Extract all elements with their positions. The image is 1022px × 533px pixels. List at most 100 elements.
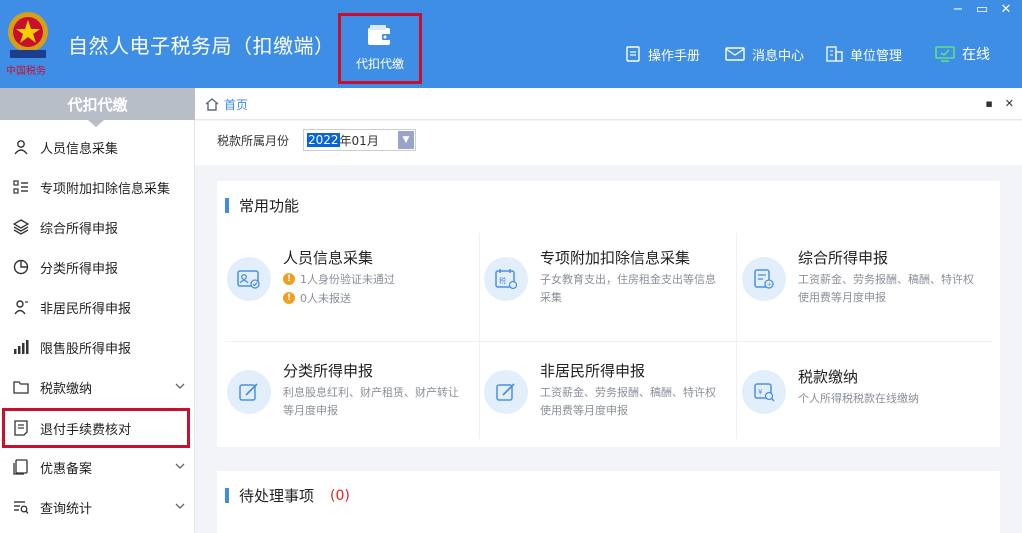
- common-functions-title: 常用功能: [225, 195, 299, 216]
- breadcrumb-bar: 首页 ▪ ✕: [195, 88, 1022, 120]
- message-center-link[interactable]: 消息中心: [725, 44, 804, 64]
- list-icon: [12, 178, 30, 196]
- online-status-label: 在线: [962, 47, 990, 63]
- restore-icon[interactable]: ▪: [985, 97, 992, 110]
- tax-month-label: 税款所属月份: [217, 134, 290, 148]
- feature-description: 子女教育支出，住房租金支出等信息采集: [540, 273, 716, 304]
- sidebar-item-label: 限售股所得申报: [40, 341, 132, 357]
- report-icon: +: [742, 257, 786, 301]
- manual-link[interactable]: 操作手册: [625, 44, 700, 64]
- window-controls: − ▭ ✕: [950, 2, 1014, 17]
- warning-icon: !: [283, 273, 295, 285]
- sidebar-item-restricted-shares[interactable]: 限售股所得申报: [0, 327, 195, 367]
- person-card-icon: [227, 257, 271, 301]
- feature-nonresident-income[interactable]: 非居民所得申报 工资薪金、劳务报酬、稿酬、特许权使用费等月度申报: [474, 346, 732, 454]
- sidebar-item-label: 退付手续费核对: [40, 422, 132, 438]
- pending-items-label: 待处理事项: [239, 487, 315, 505]
- sidebar-item-label: 分类所得申报: [40, 261, 119, 277]
- online-status[interactable]: 在线: [935, 44, 990, 64]
- sidebar-item-classified-income[interactable]: 分类所得申报: [0, 247, 195, 287]
- feature-title: 非居民所得申报: [540, 362, 646, 380]
- tax-month-select[interactable]: 2022 年01月 ▼: [303, 129, 416, 151]
- sidebar-item-comprehensive-income[interactable]: 综合所得申报: [0, 207, 195, 247]
- sidebar-item-label: 税款缴纳: [40, 381, 93, 397]
- sidebar-item-refund-fee-check[interactable]: 退付手续费核对: [2, 408, 190, 448]
- sidebar-item-special-deduction[interactable]: 专项附加扣除信息采集: [0, 167, 195, 207]
- feature-person-info[interactable]: 人员信息采集 ! 1人身份验证未通过 ! 0人未报送: [217, 233, 475, 341]
- layers-icon: [12, 218, 30, 236]
- sidebar-notch: [88, 120, 104, 127]
- app-title: 自然人电子税务局（扣缴端）: [68, 34, 335, 58]
- copy-icon: [12, 458, 30, 476]
- svg-text:税: 税: [499, 276, 506, 285]
- manual-link-label: 操作手册: [648, 48, 701, 64]
- sidebar-item-label: 专项附加扣除信息采集: [40, 181, 171, 197]
- person-icon: [12, 138, 30, 156]
- feature-description: 工资薪金、劳务报酬、稿酬、特许权使用费等月度申报: [798, 273, 974, 304]
- feature-description: 工资薪金、劳务报酬、稿酬、特许权使用费等月度申报: [540, 386, 716, 417]
- sidebar-item-nonresident-income[interactable]: 非居民所得申报: [0, 287, 195, 327]
- svg-text:中国税务: 中国税务: [6, 64, 46, 77]
- unit-management-label: 单位管理: [850, 48, 903, 64]
- unsubmitted-alert: ! 0人未报送: [283, 290, 351, 306]
- main-content: 首页 ▪ ✕ 税款所属月份 2022 年01月 ▼ 常用功能 人员信息采集 ! 1…: [195, 88, 1022, 533]
- feature-description: 个人所得税税款在线缴纳: [798, 392, 919, 405]
- sidebar-item-label: 非居民所得申报: [40, 301, 132, 317]
- minimize-icon[interactable]: −: [950, 2, 966, 17]
- unit-management-icon: [826, 46, 843, 62]
- sidebar-item-label: 优惠备案: [40, 461, 93, 477]
- bar-chart-icon: [12, 338, 30, 356]
- svg-text:¥: ¥: [758, 388, 763, 396]
- feature-title: 分类所得申报: [283, 362, 374, 380]
- tax-calendar-icon: 税: [484, 257, 528, 301]
- sidebar-item-label: 人员信息采集: [40, 141, 119, 157]
- sidebar-item-tax-payment[interactable]: 税款缴纳: [0, 367, 195, 407]
- title-accent-bar: [225, 198, 229, 213]
- sidebar-item-preferential-filing[interactable]: 优惠备案: [0, 447, 195, 487]
- feature-title: 税款缴纳: [798, 368, 859, 386]
- feature-title: 综合所得申报: [798, 249, 889, 267]
- filter-bar: 税款所属月份 2022 年01月 ▼: [195, 121, 1022, 165]
- withholding-module-button[interactable]: 代扣代缴: [338, 13, 422, 84]
- sidebar-item-person-info[interactable]: 人员信息采集: [0, 127, 195, 167]
- message-icon: [725, 47, 745, 61]
- feature-special-deduction[interactable]: 税 专项附加扣除信息采集 子女教育支出，住房租金支出等信息采集: [474, 233, 732, 341]
- sidebar: 代扣代缴 人员信息采集 专项附加扣除信息采集 综合所得申报 分类所得申报 非居民…: [0, 88, 195, 533]
- message-center-label: 消息中心: [752, 48, 805, 64]
- folder-icon: [12, 378, 30, 396]
- sidebar-item-label: 综合所得申报: [40, 221, 119, 237]
- module-label: 代扣代缴: [355, 57, 404, 71]
- pie-icon: [12, 258, 30, 276]
- unsubmitted-alert-text: 0人未报送: [300, 292, 351, 305]
- svg-text:+: +: [767, 282, 772, 289]
- maximize-icon[interactable]: ▭: [974, 2, 990, 17]
- unverified-alert: ! 1人身份验证未通过: [283, 271, 395, 287]
- pending-count[interactable]: (0): [330, 488, 350, 504]
- pending-items-title: 待处理事项 (0): [225, 485, 350, 506]
- breadcrumb-home[interactable]: 首页: [224, 96, 248, 113]
- app-header: 中国税务 自然人电子税务局（扣缴端） 代扣代缴 操作手册 消息中心 单位管理 在…: [0, 0, 1022, 88]
- close-icon[interactable]: ✕: [998, 2, 1014, 17]
- chevron-down-icon: [175, 463, 185, 469]
- breadcrumb[interactable]: 首页: [205, 96, 248, 113]
- feature-description: 利息股息红利、财产租赁、财产转让等月度申报: [283, 386, 459, 417]
- sidebar-title: 代扣代缴: [0, 88, 195, 120]
- dropdown-arrow-icon[interactable]: ▼: [398, 131, 414, 149]
- edit-icon: [484, 370, 528, 414]
- pending-items-card: 待处理事项 (0): [217, 471, 1000, 533]
- feature-comprehensive-income[interactable]: + 综合所得申报 工资薪金、劳务报酬、稿酬、特许权使用费等月度申报: [732, 233, 990, 341]
- feature-title: 人员信息采集: [283, 249, 374, 267]
- unit-management-link[interactable]: 单位管理: [826, 44, 902, 64]
- common-functions-label: 常用功能: [239, 197, 300, 215]
- feature-tax-payment[interactable]: ¥ 税款缴纳 个人所得税税款在线缴纳: [732, 346, 990, 454]
- tab-close-icon[interactable]: ✕: [1005, 97, 1014, 110]
- sidebar-item-query-statistics[interactable]: 查询统计: [0, 487, 195, 527]
- horizontal-divider: [225, 341, 992, 342]
- tax-month-rest: 年01月: [339, 133, 379, 148]
- feature-classified-income[interactable]: 分类所得申报 利息股息红利、财产租赁、财产转让等月度申报: [217, 346, 475, 454]
- payment-search-icon: ¥: [742, 370, 786, 414]
- unverified-alert-text: 1人身份验证未通过: [300, 273, 395, 286]
- sidebar-item-label: 查询统计: [40, 501, 93, 517]
- title-accent-bar: [225, 488, 229, 503]
- tax-emblem-logo: 中国税务: [0, 6, 60, 78]
